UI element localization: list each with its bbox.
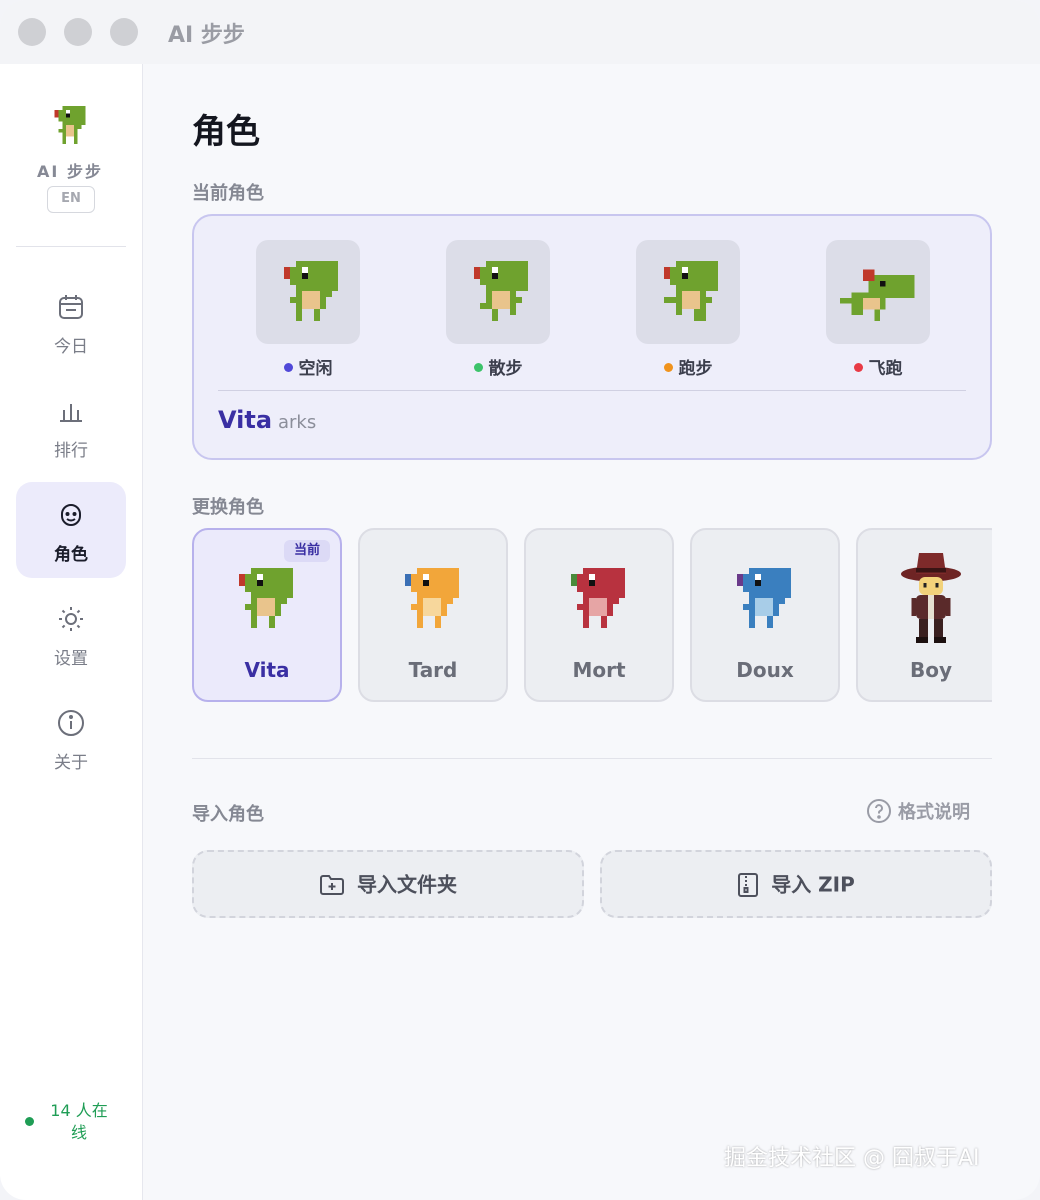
- import-zip-label: 导入 ZIP: [771, 872, 855, 897]
- nav-label: 设置: [54, 649, 88, 669]
- folder-plus-icon: [320, 874, 344, 895]
- import-folder-label: 导入文件夹: [357, 872, 457, 897]
- nav-label: 角色: [54, 545, 88, 565]
- title-bar: AI 步步: [0, 0, 1040, 64]
- current-badge: 当前: [283, 540, 330, 562]
- current-character-label: 当前角色: [192, 183, 264, 204]
- nav-label: 今日: [54, 337, 88, 357]
- state-thumbnail: [826, 240, 930, 344]
- nav-label: 排行: [54, 441, 88, 461]
- state-idle: 空闲: [256, 240, 360, 379]
- close-window-button[interactable]: [18, 18, 46, 46]
- state-run: 跑步: [636, 240, 740, 379]
- nav-item-ranking[interactable]: 排行: [16, 378, 126, 474]
- switch-character-label: 更换角色: [192, 497, 264, 518]
- zip-file-icon: [738, 872, 759, 897]
- dino-mort-icon: [571, 568, 625, 628]
- state-sprint: 飞跑: [826, 240, 930, 379]
- dino-walk-icon: [474, 261, 528, 321]
- state-label: 飞跑: [868, 359, 903, 379]
- info-icon: [58, 710, 84, 736]
- cowboy-boy-icon: [901, 553, 961, 643]
- import-folder-button[interactable]: 导入文件夹: [192, 850, 584, 918]
- card-divider: [218, 390, 966, 391]
- bar-chart-icon: [60, 404, 82, 422]
- character-name: Doux: [736, 658, 794, 682]
- dino-vita-icon: [239, 568, 293, 628]
- state-walk: 散步: [446, 240, 550, 379]
- nav-item-settings[interactable]: 设置: [16, 586, 126, 682]
- state-label: 跑步: [678, 359, 713, 379]
- section-divider: [192, 758, 992, 759]
- status-dot: [663, 363, 673, 372]
- sun-icon: [59, 607, 83, 631]
- nav-item-about[interactable]: 关于: [16, 690, 126, 786]
- character-card-tard[interactable]: Tard: [358, 528, 508, 702]
- brand-name: AI 步步: [37, 162, 103, 181]
- sidebar-divider: [16, 246, 126, 247]
- watermark: 掘金技术社区 @ 囧叔于AI: [724, 1146, 980, 1171]
- format-help-label: 格式说明: [898, 802, 970, 823]
- main-content: 角色 当前角色 空闲 散步 跑步 飞跑 Vita arks 更换角色 当前 Vi…: [144, 64, 1040, 1200]
- status-dot: [853, 363, 863, 372]
- status-dot: [283, 363, 293, 372]
- character-name: Vita: [244, 658, 290, 682]
- nav-item-today[interactable]: 今日: [16, 274, 126, 370]
- dino-doux-icon: [737, 568, 791, 628]
- character-card-vita[interactable]: 当前 Vita: [192, 528, 342, 702]
- state-label: 空闲: [298, 359, 333, 379]
- import-character-label: 导入角色: [192, 804, 264, 825]
- character-card-doux[interactable]: Doux: [690, 528, 840, 702]
- character-card-boy[interactable]: Boy: [856, 528, 992, 702]
- online-count: 14 人在线: [50, 1101, 108, 1142]
- calendar-icon: [59, 295, 83, 319]
- dino-logo-icon: [54, 106, 86, 145]
- character-name: Boy: [909, 658, 953, 682]
- format-help-link[interactable]: 格式说明: [866, 798, 970, 824]
- state-thumbnail: [256, 240, 360, 344]
- nav-item-characters[interactable]: 角色: [16, 482, 126, 578]
- page-title: 角色: [192, 112, 260, 152]
- character-list: 当前 Vita Tard Mort Doux Boy: [192, 528, 992, 704]
- dino-idle-icon: [284, 261, 338, 321]
- current-character-author: arks: [278, 412, 317, 433]
- sidebar: AI 步步 EN 今日 排行 角色 设置 关于 14 人在线: [0, 64, 143, 1200]
- character-name: Tard: [408, 658, 458, 682]
- minimize-window-button[interactable]: [64, 18, 92, 46]
- dino-sprint-icon: [840, 269, 915, 321]
- state-label: 散步: [488, 359, 523, 379]
- face-icon: [61, 504, 81, 527]
- character-name: Mort: [572, 658, 626, 682]
- question-circle-icon: [867, 799, 891, 823]
- current-character-card: 空闲 散步 跑步 飞跑 Vita arks: [192, 214, 992, 460]
- language-toggle-button[interactable]: EN: [47, 186, 95, 213]
- status-dot: [473, 363, 483, 372]
- current-character-name: Vita: [218, 406, 273, 434]
- character-card-mort[interactable]: Mort: [524, 528, 674, 702]
- zoom-window-button[interactable]: [110, 18, 138, 46]
- import-zip-button[interactable]: 导入 ZIP: [600, 850, 992, 918]
- app-window: AI 步步 AI 步步 EN 今日 排行 角色 设置 关于 14 人在线 角色 …: [0, 0, 1040, 1200]
- nav-label: 关于: [54, 753, 88, 773]
- state-thumbnail: [636, 240, 740, 344]
- online-dot: [25, 1117, 34, 1126]
- dino-tard-icon: [405, 568, 459, 628]
- state-thumbnail: [446, 240, 550, 344]
- dino-run-icon: [664, 261, 718, 321]
- window-title: AI 步步: [168, 23, 245, 48]
